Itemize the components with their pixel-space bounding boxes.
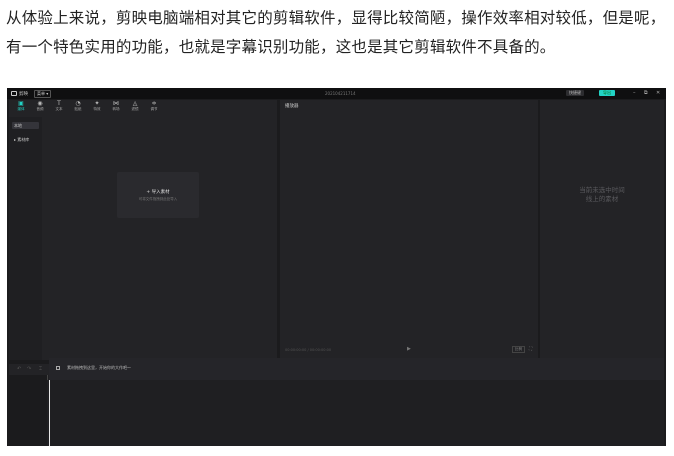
close-icon[interactable]: ✕ bbox=[656, 90, 660, 96]
tab-sticker[interactable]: ◔ 贴纸 bbox=[70, 101, 86, 112]
drop-hint: 素材拖拽到这里，开始你的大作吧～ bbox=[67, 365, 131, 370]
tool-tabs: ▣ 媒体 ◉ 音频 T 文本 ◔ 贴纸 ✦ 特效 ⋈ 转场 ◬ 滤镜 ≑ 调节 bbox=[9, 100, 277, 117]
tab-transition[interactable]: ⋈ 转场 bbox=[108, 101, 124, 112]
media-sidebar: 本地 ▸ 素材库 bbox=[9, 117, 42, 360]
tab-label: 音频 bbox=[36, 107, 44, 111]
tab-label: 特效 bbox=[93, 107, 101, 111]
sidebar-item-library[interactable]: ▸ 素材库 bbox=[12, 136, 39, 143]
export-button[interactable]: 导出 bbox=[599, 90, 615, 96]
tab-adjust[interactable]: ≑ 调节 bbox=[146, 101, 162, 112]
import-label: + 导入素材 bbox=[117, 189, 199, 195]
tab-filter[interactable]: ◬ 滤镜 bbox=[127, 101, 143, 112]
tab-media[interactable]: ▣ 媒体 bbox=[13, 101, 29, 112]
properties-panel: 当前未选中时间 线上的素材 bbox=[540, 100, 664, 360]
import-dropzone[interactable]: + 导入素材 可将文件拖拽到此处导入 bbox=[117, 172, 199, 218]
app-logo-icon bbox=[11, 91, 17, 96]
split-icon[interactable]: ⌶ bbox=[39, 366, 42, 372]
player-timecode: 00:00:00:00 / 00:00:00:00 bbox=[285, 348, 332, 352]
maximize-icon[interactable]: ⧉ bbox=[644, 90, 648, 96]
track-header bbox=[9, 375, 47, 446]
play-icon[interactable]: ▶ bbox=[407, 346, 411, 352]
app-name: 剪映 bbox=[19, 91, 28, 97]
import-hint: 可将文件拖拽到此处导入 bbox=[138, 197, 178, 201]
media-clip-icon bbox=[56, 366, 60, 370]
main-track-dropzone[interactable]: 素材拖拽到这里，开始你的大作吧～ bbox=[49, 358, 664, 380]
empty-line-2: 线上的素材 bbox=[585, 195, 619, 203]
tab-label: 转场 bbox=[112, 107, 120, 111]
import-text: 导入素材 bbox=[151, 190, 170, 195]
redo-icon[interactable]: ↷ bbox=[27, 366, 31, 372]
tab-label: 调节 bbox=[150, 107, 158, 111]
fullscreen-icon[interactable]: ⛶ bbox=[529, 346, 532, 352]
sidebar-item-local[interactable]: 本地 bbox=[12, 122, 39, 129]
media-panel: ▣ 媒体 ◉ 音频 T 文本 ◔ 贴纸 ✦ 特效 ⋈ 转场 ◬ 滤镜 ≑ 调节 … bbox=[9, 100, 277, 360]
properties-empty-text: 当前未选中时间 线上的素材 bbox=[540, 186, 664, 204]
player-panel: 播放器 00:00:00:00 / 00:00:00:00 ▶ 比例 ⛶ bbox=[280, 100, 538, 360]
tab-label: 文本 bbox=[55, 107, 63, 111]
playhead[interactable] bbox=[49, 375, 50, 446]
tab-effects[interactable]: ✦ 特效 bbox=[89, 101, 105, 112]
shortcut-button[interactable]: 快捷键 bbox=[566, 90, 584, 96]
tab-label: 媒体 bbox=[17, 107, 25, 111]
project-title: 202104211714 bbox=[325, 90, 356, 96]
article-paragraph: 从体验上来说，剪映电脑端相对其它的剪辑软件，显得比较简陋，操作效率相对较低，但是… bbox=[6, 9, 666, 56]
title-bar: 剪映 菜单 ▾ 202104211714 快捷键 导出 – ⧉ ✕ bbox=[7, 88, 666, 99]
menu-button[interactable]: 菜单 ▾ bbox=[34, 90, 52, 98]
tab-text[interactable]: T 文本 bbox=[51, 101, 67, 112]
jianying-screenshot: 剪映 菜单 ▾ 202104211714 快捷键 导出 – ⧉ ✕ ▣ 媒体 ◉… bbox=[7, 88, 666, 446]
tab-audio[interactable]: ◉ 音频 bbox=[32, 101, 48, 112]
minimize-icon[interactable]: – bbox=[633, 90, 636, 96]
empty-line-1: 当前未选中时间 bbox=[579, 186, 625, 194]
ratio-button[interactable]: 比例 bbox=[512, 346, 525, 353]
player-title: 播放器 bbox=[285, 104, 299, 109]
undo-icon[interactable]: ↶ bbox=[17, 366, 21, 372]
tab-label: 滤镜 bbox=[131, 107, 139, 111]
tab-label: 贴纸 bbox=[74, 107, 82, 111]
